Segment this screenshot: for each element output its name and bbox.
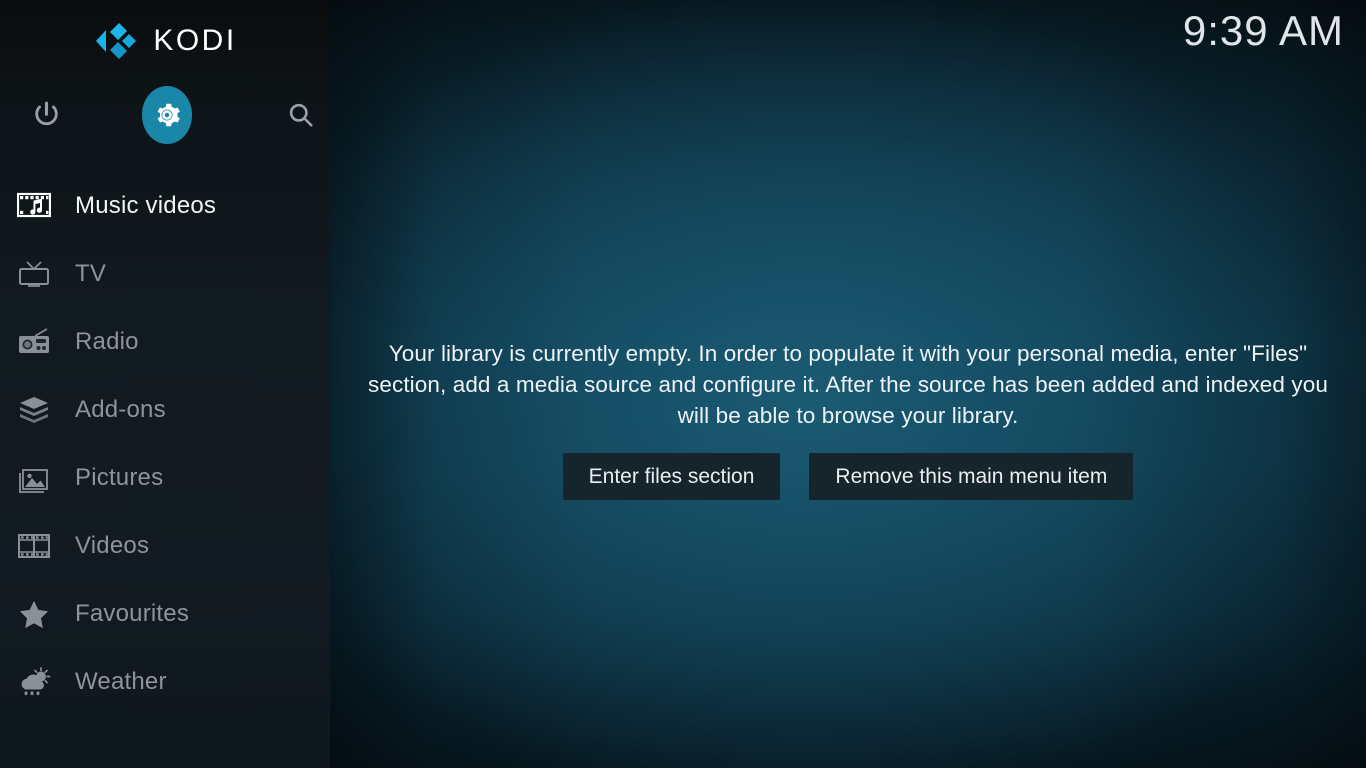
power-button[interactable] [18,82,76,148]
videos-filmstrip-icon [13,526,55,566]
star-icon [13,594,55,634]
sidebar-item-favourites[interactable]: Favourites [0,580,330,648]
sidebar-item-tv[interactable]: TV [0,240,330,308]
sidebar: KODI Music videos TV Radio Add-ons Pictu… [0,0,330,768]
system-buttons [0,82,330,148]
brand: KODI [0,0,330,82]
search-icon [289,103,313,127]
enter-files-section-button[interactable]: Enter files section [562,453,781,500]
kodi-home-screen: 9:39 AM KODI Music videos TV Radio Add-o… [0,0,1366,768]
search-button[interactable] [272,82,330,148]
sidebar-item-label: Weather [75,668,167,695]
settings-button[interactable] [141,86,193,144]
sidebar-item-label: Radio [75,328,139,355]
sidebar-item-pictures[interactable]: Pictures [0,444,330,512]
main-menu: Music videos TV Radio Add-ons Pictures V… [0,172,330,716]
power-icon [35,101,59,125]
radio-icon [13,322,55,362]
clock: 9:39 AM [1182,7,1344,54]
sidebar-item-label: TV [75,260,107,287]
action-buttons: Enter files section Remove this main men… [562,453,1134,500]
gear-icon [157,103,180,127]
sidebar-item-add-ons[interactable]: Add-ons [0,376,330,444]
remove-main-menu-item-button[interactable]: Remove this main menu item [809,453,1134,500]
tv-icon [13,254,55,294]
sidebar-item-label: Pictures [75,464,164,491]
addons-box-icon [13,390,55,430]
kodi-logo-icon [93,20,139,62]
empty-library-message: Your library is currently empty. In orde… [368,341,1328,428]
music-video-icon [13,186,55,226]
sidebar-item-radio[interactable]: Radio [0,308,330,376]
main-content: Your library is currently empty. In orde… [330,0,1366,768]
pictures-icon [13,458,55,498]
sidebar-item-label: Add-ons [75,396,166,423]
brand-name: KODI [153,24,237,57]
sidebar-item-label: Music videos [75,192,217,219]
sidebar-item-weather[interactable]: Weather [0,648,330,716]
sidebar-item-videos[interactable]: Videos [0,512,330,580]
sidebar-item-music-videos[interactable]: Music videos [0,172,330,240]
sidebar-item-label: Videos [75,532,150,559]
weather-cloud-sun-icon [13,662,55,702]
sidebar-item-label: Favourites [75,600,190,627]
